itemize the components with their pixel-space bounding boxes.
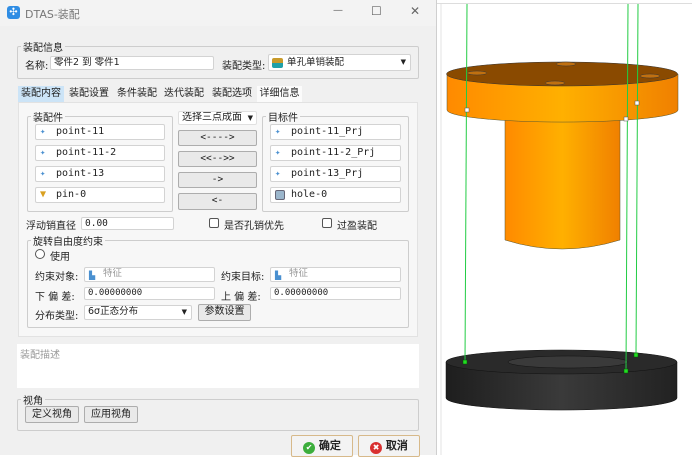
plane-mode-value: 选择三点成面 [182,112,242,123]
parameter-settings-button[interactable]: 参数设置 [198,304,251,321]
chevron-down-icon: ▼ [181,308,187,316]
feature-icon: ▙ [275,271,282,280]
black-part [445,349,678,411]
interference-label: 过盈装配 [337,221,377,232]
lower-deviation-label: 下 偏 差: [35,292,75,303]
name-input[interactable]: 零件2 到 零件1 [50,56,214,70]
assembly-type-value: 单孔单销装配 [287,57,345,68]
part-item[interactable]: ▼ pin-0 [35,187,165,203]
use-label: 使用 [50,252,70,263]
point-icon: ✦ [275,127,281,137]
close-button[interactable]: ✕ [410,4,420,18]
chevron-down-icon: ▼ [400,58,406,66]
tab-assembly-settings[interactable]: 装配设置 [66,86,112,102]
upper-deviation-input[interactable]: 0.00000000 [270,287,401,300]
float-pin-input[interactable]: 0.00 [81,217,174,230]
chevron-down-icon: ▼ [247,114,253,122]
assembly-dialog: ✣ DTAS-装配 — ☐ ✕ 装配信息 名称: 零件2 到 零件1 装配类型:… [0,0,437,457]
view-group-title: 视角 [21,392,45,407]
rotation-group-title: 旋转自由度约束 [31,233,105,248]
target-item-label: hole-0 [291,189,328,200]
minimize-button[interactable]: — [333,5,343,16]
3d-viewport[interactable] [437,0,692,455]
target-item[interactable]: ✦ point-13_Prj [270,166,401,182]
part-item-label: pin-0 [56,189,87,200]
move-left-button[interactable]: <- [178,193,257,210]
tab-assembly-content[interactable]: 装配内容 [18,86,64,102]
target-item-label: point-11_Prj [291,126,364,137]
bidirectional-button[interactable]: <----> [178,130,257,146]
distribution-type-select[interactable]: 6σ正态分布 ▼ [84,305,192,320]
part-item-label: point-11 [56,126,105,137]
maximize-button[interactable]: ☐ [371,4,382,18]
point-icon: ✦ [40,127,46,137]
description-placeholder: 装配描述 [20,350,60,361]
double-bidirectional-button[interactable]: <<-->> [178,151,257,167]
point-icon: ✦ [275,169,281,179]
title-bar: ✣ DTAS-装配 — ☐ ✕ [0,0,436,26]
constraint-target-input[interactable]: ▙ 特征 [270,267,401,282]
part-item-label: point-11-2 [56,147,117,158]
distribution-type-label: 分布类型: [35,311,79,322]
description-textarea[interactable]: 装配描述 [17,344,419,388]
constraint-target-label: 约束目标: [221,272,265,283]
target-item[interactable]: ✦ point-11_Prj [270,124,401,140]
distribution-type-value: 6σ正态分布 [88,306,139,317]
part-item-label: point-13 [56,168,105,179]
pin-assembly-icon [272,58,283,68]
define-view-button[interactable]: 定义视角 [25,406,79,423]
constraint-object-placeholder: 特征 [103,268,123,279]
target-item-label: point-11-2_Prj [291,147,376,158]
parts-group-title: 装配件 [31,109,65,124]
lower-deviation-input[interactable]: 0.00000000 [84,287,215,300]
name-label: 名称: [25,61,49,72]
constraint-object-label: 约束对象: [35,272,79,283]
apply-view-button[interactable]: 应用视角 [84,406,138,423]
use-radio[interactable] [35,249,45,259]
pin-icon: ▼ [40,189,47,200]
tab-iterative-assembly[interactable]: 迭代装配 [161,86,207,102]
targets-group-title: 目标件 [266,109,300,124]
target-item-label: point-13_Prj [291,168,364,179]
target-item[interactable]: hole-0 [270,187,401,203]
cancel-label: 取消 [385,439,408,452]
window-title: DTAS-装配 [25,8,80,21]
hole-icon [275,190,285,200]
assembly-type-select[interactable]: 单孔单销装配 ▼ [268,54,411,71]
tab-details[interactable]: 详细信息 [257,86,302,102]
interference-checkbox[interactable] [322,218,332,228]
cancel-button[interactable]: ✖ 取消 [358,435,420,457]
part-item[interactable]: ✦ point-13 [35,166,165,182]
constraint-object-input[interactable]: ▙ 特征 [84,267,215,282]
move-right-button[interactable]: -> [178,172,257,188]
float-pin-label: 浮动销直径 [26,221,76,232]
check-icon: ✔ [303,442,316,454]
feature-icon: ▙ [89,271,96,280]
constraint-target-placeholder: 特征 [289,268,309,279]
tab-assembly-options[interactable]: 装配选项 [209,86,255,102]
assembly-info-title: 装配信息 [21,39,65,54]
type-label: 装配类型: [222,61,266,72]
part-item[interactable]: ✦ point-11-2 [35,145,165,161]
point-icon: ✦ [40,169,46,179]
point-icon: ✦ [275,148,281,158]
ok-label: 确定 [318,439,341,452]
plane-mode-select[interactable]: 选择三点成面 ▼ [178,111,257,125]
hole-first-label: 是否孔销优先 [224,221,284,232]
target-item[interactable]: ✦ point-11-2_Prj [270,145,401,161]
cancel-x-icon: ✖ [370,442,383,454]
hole-first-checkbox[interactable] [209,218,219,228]
point-icon: ✦ [40,148,46,158]
upper-deviation-label: 上 偏 差: [221,292,261,303]
part-item[interactable]: ✦ point-11 [35,124,165,140]
tab-conditional-assembly[interactable]: 条件装配 [114,86,160,102]
ok-button[interactable]: ✔ 确定 [291,435,353,457]
app-logo-icon: ✣ [7,6,20,19]
